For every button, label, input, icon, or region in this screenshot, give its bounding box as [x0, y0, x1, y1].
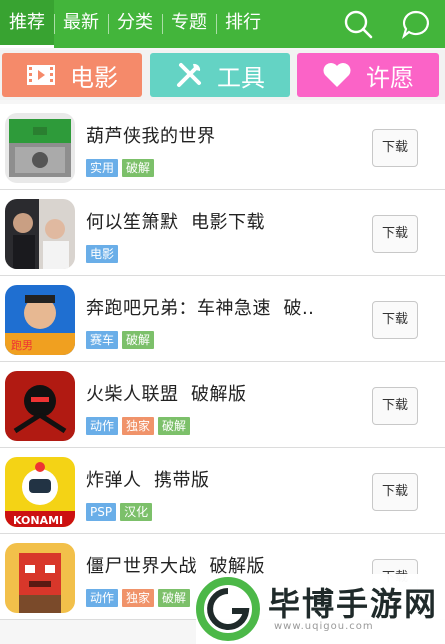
- tab-list: 推荐 最新 分类 专题 排行: [0, 0, 270, 48]
- film-icon: [26, 63, 56, 87]
- tab-2[interactable]: 分类: [108, 0, 162, 48]
- app-title[interactable]: 奔跑吧兄弟：车神急速 破..: [86, 294, 314, 320]
- tag-badge: 电影: [86, 245, 119, 263]
- app-title[interactable]: 何以笙箫默 电影下载: [86, 208, 265, 234]
- heart-icon: [322, 62, 352, 88]
- category-movie-button[interactable]: 电影: [2, 53, 142, 97]
- tag-list: 电影: [86, 245, 119, 263]
- tag-badge: 动作: [86, 417, 119, 435]
- category-label: 工具: [217, 63, 265, 92]
- tag-list: 赛车 破解: [86, 331, 155, 349]
- tab-3[interactable]: 专题: [162, 0, 216, 48]
- tab-1[interactable]: 最新: [54, 0, 108, 48]
- app-thumbnail[interactable]: [5, 371, 75, 441]
- tab-0[interactable]: 推荐: [0, 0, 54, 48]
- tag-badge: 破解: [122, 331, 155, 349]
- list-item[interactable]: 火柴人联盟 破解版动作 独家 破解 下载: [0, 362, 445, 448]
- tab-4[interactable]: 排行: [216, 0, 270, 48]
- download-button[interactable]: 下载: [372, 473, 418, 511]
- app-title[interactable]: 火柴人联盟 破解版: [86, 380, 246, 406]
- tag-badge: 汉化: [120, 503, 153, 521]
- watermark-text: 毕博手游网 www.uqigou.com: [268, 587, 438, 632]
- svg-text:跑男: 跑男: [11, 338, 33, 352]
- svg-text:KONAMI: KONAMI: [13, 514, 63, 527]
- chat-icon[interactable]: [400, 8, 432, 40]
- tag-badge: PSP: [86, 503, 117, 521]
- app-title[interactable]: 炸弹人 携带版: [86, 466, 209, 492]
- tag-badge: 破解: [158, 589, 191, 607]
- tag-list: PSP 汉化: [86, 503, 153, 521]
- tag-list: 实用 破解: [86, 159, 155, 177]
- app-thumbnail[interactable]: [5, 113, 75, 183]
- tag-badge: 独家: [122, 417, 155, 435]
- tag-badge: 赛车: [86, 331, 119, 349]
- download-button[interactable]: 下载: [372, 387, 418, 425]
- site-logo-icon: [196, 577, 260, 641]
- list-item[interactable]: 跑男 奔跑吧兄弟：车神急速 破.. 赛车 破解 下载: [0, 276, 445, 362]
- category-label: 电影: [70, 63, 118, 92]
- tag-badge: 动作: [86, 589, 119, 607]
- tag-list: 动作 独家 破解: [86, 417, 191, 435]
- top-nav-bar: 推荐 最新 分类 专题 排行: [0, 0, 445, 48]
- list-item[interactable]: 何以笙箫默 电影下载电影 下载: [0, 190, 445, 276]
- tools-icon: [175, 61, 203, 89]
- tag-badge: 破解: [122, 159, 155, 177]
- tag-badge: 破解: [158, 417, 191, 435]
- tag-list: 动作 独家 破解: [86, 589, 191, 607]
- app-thumbnail[interactable]: 跑男: [5, 285, 75, 355]
- tag-badge: 独家: [122, 589, 155, 607]
- app-title[interactable]: 葫芦侠我的世界: [86, 122, 216, 148]
- category-wish-button[interactable]: 许愿: [297, 53, 439, 97]
- download-button[interactable]: 下载: [372, 301, 418, 339]
- search-icon[interactable]: [342, 8, 374, 40]
- download-button[interactable]: 下载: [372, 129, 418, 167]
- app-thumbnail[interactable]: [5, 543, 75, 613]
- app-thumbnail[interactable]: KONAMI: [5, 457, 75, 527]
- tag-badge: 实用: [86, 159, 119, 177]
- app-thumbnail[interactable]: [5, 199, 75, 269]
- download-button[interactable]: 下载: [372, 215, 418, 253]
- watermark-name: 毕博手游网: [268, 584, 439, 623]
- list-item[interactable]: KONAMI 炸弹人 携带版 PSP 汉化 下载: [0, 448, 445, 534]
- category-bar: 电影 工具 许愿: [0, 50, 445, 100]
- site-watermark: 毕博手游网 www.uqigou.com: [196, 574, 445, 644]
- list-item[interactable]: 葫芦侠我的世界实用 破解 下载: [0, 104, 445, 190]
- category-label: 许愿: [366, 63, 414, 92]
- category-tools-button[interactable]: 工具: [150, 53, 290, 97]
